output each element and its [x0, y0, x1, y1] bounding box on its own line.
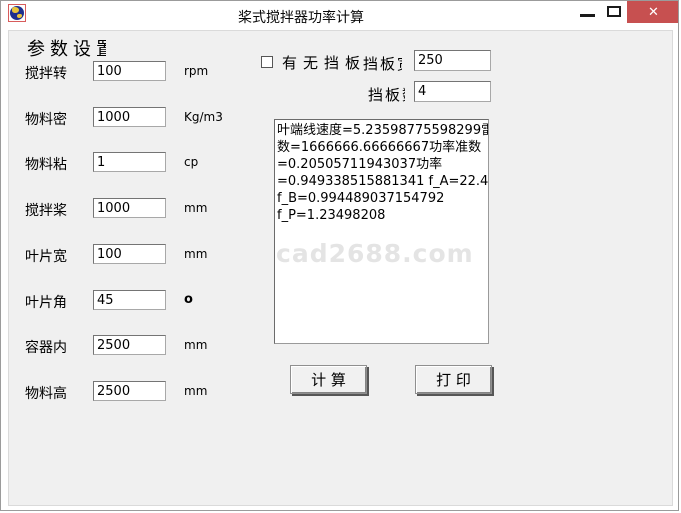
- minimize-icon: [580, 14, 595, 17]
- param-label: 叶片角: [25, 292, 67, 312]
- param-unit-label: rpm: [184, 64, 208, 78]
- baffle-width-input[interactable]: [414, 50, 491, 71]
- results-line: =0.949338515881341 f_A=22.472: [277, 173, 486, 190]
- param-unit-label: o: [184, 292, 193, 307]
- param-unit-label: cp: [184, 155, 198, 169]
- baffle-count-label: 挡板数: [368, 84, 405, 102]
- param-input[interactable]: [93, 61, 166, 81]
- baffle-checkbox-label: 有无挡板: [282, 52, 364, 70]
- param-label: 搅拌转: [25, 63, 67, 83]
- param-input[interactable]: [93, 107, 166, 127]
- baffle-width-label: 挡板宽: [363, 53, 402, 71]
- param-unit-label: Kg/m3: [184, 110, 223, 124]
- results-line: 数=1666666.66666667功率准数: [277, 139, 486, 156]
- param-unit-label: mm: [184, 247, 207, 261]
- close-button[interactable]: ✕: [627, 1, 679, 23]
- results-line: 叶端线速度=5.23598775598299雷诺: [277, 122, 486, 139]
- param-label: 叶片宽: [25, 246, 67, 266]
- print-button[interactable]: 打 印: [415, 365, 492, 394]
- minimize-button[interactable]: [577, 4, 599, 23]
- results-line: f_P=1.23498208: [277, 207, 486, 224]
- window-title: 桨式搅拌器功率计算: [1, 7, 601, 27]
- param-unit-label: mm: [184, 201, 207, 215]
- results-line: =0.20505711943037功率: [277, 156, 486, 173]
- param-label: 物料粘: [25, 154, 67, 174]
- section-label-parameters: 参数设置: [27, 35, 106, 59]
- maximize-icon: [607, 6, 621, 17]
- param-unit-label: mm: [184, 384, 207, 398]
- results-line: f_B=0.994489037154792: [277, 190, 486, 207]
- param-unit-label: mm: [184, 338, 207, 352]
- app-window: 桨式搅拌器功率计算 ✕ 参数设置 搅拌转 rpm 物料密 Kg/m3 物料粘 cp 搅拌桨 m…: [0, 0, 679, 511]
- param-input[interactable]: [93, 381, 166, 401]
- param-input[interactable]: [93, 335, 166, 355]
- param-input[interactable]: [93, 152, 166, 172]
- results-text-area[interactable]: 叶端线速度=5.23598775598299雷诺数=1666666.666666…: [274, 119, 489, 344]
- param-label: 物料密: [25, 109, 67, 129]
- title-bar: 桨式搅拌器功率计算 ✕: [1, 1, 678, 30]
- param-label: 搅拌桨: [25, 200, 67, 220]
- baffle-checkbox[interactable]: [261, 56, 273, 68]
- form-client-area: 参数设置 搅拌转 rpm 物料密 Kg/m3 物料粘 cp 搅拌桨 mm 叶片宽 mm 叶片角 o 容器…: [8, 30, 673, 506]
- param-label: 容器内: [25, 337, 67, 357]
- param-input[interactable]: [93, 244, 166, 264]
- param-input[interactable]: [93, 290, 166, 310]
- calculate-button[interactable]: 计 算: [290, 365, 367, 394]
- param-label: 物料高: [25, 383, 67, 403]
- maximize-button[interactable]: [604, 4, 626, 23]
- param-input[interactable]: [93, 198, 166, 218]
- close-icon: ✕: [648, 5, 659, 20]
- baffle-count-input[interactable]: [414, 81, 491, 102]
